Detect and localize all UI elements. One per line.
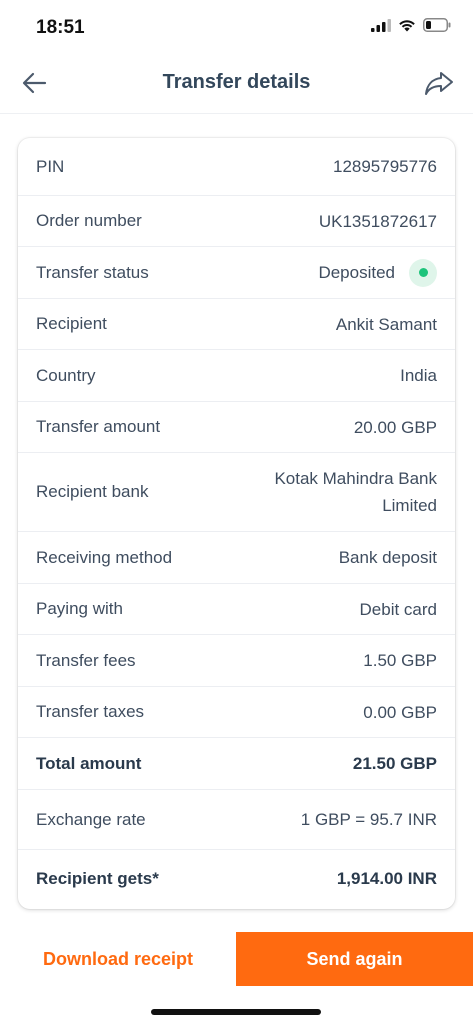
pin-label: PIN xyxy=(36,156,65,176)
detail-row-rate: Exchange rate 1 GBP = 95.7 INR xyxy=(18,790,455,850)
gets-label: Recipient gets* xyxy=(36,868,159,888)
nav-bar: Transfer details xyxy=(0,56,473,114)
transfer-details-card: PIN 12895795776 Order number UK135187261… xyxy=(18,138,455,909)
home-indicator xyxy=(151,1009,321,1015)
detail-row-pin: PIN 12895795776 xyxy=(18,138,455,196)
taxes-value: 0.00 GBP xyxy=(363,702,437,722)
detail-row-paying: Paying with Debit card xyxy=(18,584,455,635)
bank-label: Recipient bank xyxy=(36,482,149,501)
page-title: Transfer details xyxy=(162,71,311,93)
paying-label: Paying with xyxy=(36,599,123,618)
total-value: 21.50 GBP xyxy=(352,754,437,773)
amount-label: Transfer amount xyxy=(36,417,161,436)
detail-row-bank: Recipient bank Kotak Mahindra Bank Limit… xyxy=(18,453,455,532)
detail-row-total: Total amount 21.50 GBP xyxy=(18,738,455,790)
detail-row-order: Order number UK1351872617 xyxy=(18,196,455,247)
status-time: 18:51 xyxy=(36,17,85,38)
share-button[interactable] xyxy=(423,68,455,98)
rate-value: 1 GBP = 95.7 INR xyxy=(300,810,437,829)
detail-row-status: Transfer status Deposited xyxy=(18,247,455,299)
status-value-wrap: Deposited xyxy=(318,258,437,287)
detail-row-taxes: Transfer taxes 0.00 GBP xyxy=(18,687,455,738)
detail-row-recipient-gets: Recipient gets* 1,914.00 INR xyxy=(18,850,455,907)
share-icon xyxy=(425,72,453,95)
bank-value-line2: Limited xyxy=(382,496,437,515)
detail-row-country: Country India xyxy=(18,350,455,402)
fees-value: 1.50 GBP xyxy=(363,651,437,670)
status-bar: 18:51 xyxy=(0,0,473,56)
pin-value: 12895795776 xyxy=(332,157,437,176)
taxes-label: Transfer taxes xyxy=(36,702,145,721)
detail-row-recipient: Recipient Ankit Samant xyxy=(18,299,455,350)
detail-row-method: Receiving method Bank deposit xyxy=(18,532,455,584)
status-label: Transfer status xyxy=(36,262,149,282)
method-value: Bank deposit xyxy=(338,548,437,567)
bank-value-line1: Kotak Mahindra Bank xyxy=(274,469,437,488)
gets-value: 1,914.00 INR xyxy=(336,869,437,888)
send-again-button[interactable]: Send again xyxy=(236,932,473,986)
amount-value: 20.00 GBP xyxy=(353,417,437,437)
status-dot-icon xyxy=(418,268,428,277)
status-value: Deposited xyxy=(318,263,395,282)
total-label: Total amount xyxy=(36,753,142,773)
signal-icon xyxy=(371,18,391,32)
status-icons xyxy=(371,18,451,32)
recipient-label: Recipient xyxy=(36,314,107,333)
order-label: Order number xyxy=(36,211,142,230)
fees-label: Transfer fees xyxy=(36,650,136,670)
battery-icon xyxy=(423,18,451,32)
bank-value: Kotak Mahindra Bank Limited xyxy=(274,465,437,519)
detail-row-amount: Transfer amount 20.00 GBP xyxy=(18,402,455,453)
order-value: UK1351872617 xyxy=(318,211,437,231)
wifi-icon xyxy=(399,19,415,31)
footer-actions: Download receipt Send again xyxy=(0,932,473,986)
rate-label: Exchange rate xyxy=(36,809,146,829)
status-indicator xyxy=(409,258,437,287)
method-label: Receiving method xyxy=(36,547,173,567)
country-value: India xyxy=(400,366,437,385)
detail-row-fees: Transfer fees 1.50 GBP xyxy=(18,635,455,687)
country-label: Country xyxy=(36,365,96,385)
paying-value: Debit card xyxy=(359,599,437,619)
recipient-value: Ankit Samant xyxy=(335,314,437,334)
download-receipt-button[interactable]: Download receipt xyxy=(0,932,236,986)
